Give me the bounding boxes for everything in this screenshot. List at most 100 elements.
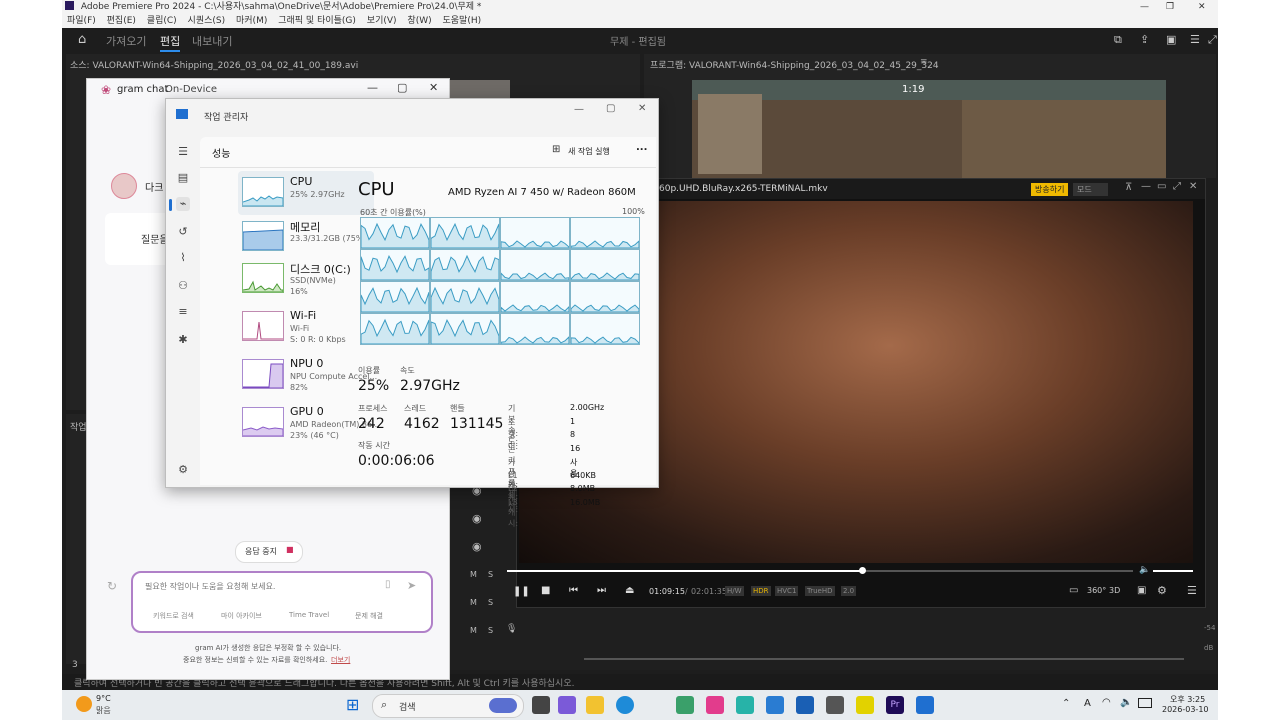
- refresh-icon[interactable]: ↻: [107, 579, 117, 593]
- screen-icon[interactable]: ▭: [1069, 585, 1078, 596]
- tab-edit[interactable]: 편집: [160, 33, 181, 52]
- close-icon[interactable]: ✕: [638, 103, 646, 114]
- list-item-memory[interactable]: 메모리 23.3/31.2GB (75%): [238, 215, 374, 259]
- clock-time[interactable]: 오후 3:25: [1170, 694, 1205, 705]
- menu-window[interactable]: 창(W): [407, 16, 431, 26]
- details-icon[interactable]: ≡: [176, 305, 190, 319]
- capture-icon[interactable]: ▣: [1137, 585, 1146, 596]
- performance-icon[interactable]: ⌁: [176, 197, 190, 211]
- menu-marker[interactable]: 마커(M): [236, 16, 267, 26]
- minimize-icon[interactable]: —: [1141, 181, 1151, 192]
- track-solo[interactable]: S: [488, 598, 493, 607]
- task-manager-taskbar-icon[interactable]: [916, 696, 934, 714]
- close-icon[interactable]: ✕: [429, 81, 438, 94]
- seek-handle[interactable]: [859, 567, 866, 574]
- close-icon[interactable]: ✕: [1198, 0, 1206, 14]
- close-icon[interactable]: ✕: [1189, 181, 1197, 192]
- seek-bar[interactable]: [507, 570, 863, 572]
- track-mute[interactable]: M: [470, 570, 477, 579]
- app-icon[interactable]: [676, 696, 694, 714]
- list-item-gpu[interactable]: GPU 0 AMD Radeon(TM) 86... 23% (46 °C): [238, 401, 380, 445]
- menu-clip[interactable]: 클립(C): [147, 16, 177, 26]
- stop-icon[interactable]: ■: [541, 585, 550, 596]
- chat-input[interactable]: 필요한 작업이나 도움을 요청해 보세요.: [145, 581, 275, 592]
- menu-help[interactable]: 도움말(H): [443, 16, 482, 26]
- minimize-icon[interactable]: —: [1140, 0, 1149, 14]
- list-item-cpu[interactable]: CPU 25% 2.97GHz: [238, 171, 374, 215]
- eject-icon[interactable]: ⏏: [625, 585, 634, 596]
- list-item-wifi[interactable]: Wi-Fi Wi-Fi S: 0 R: 0 Kbps: [238, 305, 374, 349]
- minimize-icon[interactable]: —: [574, 104, 584, 115]
- processes-icon[interactable]: ▤: [176, 171, 190, 185]
- weather-temp[interactable]: 9°C: [96, 694, 111, 703]
- volume-icon[interactable]: 🔈: [1120, 697, 1132, 708]
- gram-app-icon[interactable]: [706, 696, 724, 714]
- vr360-toggle[interactable]: 360°: [1087, 586, 1106, 595]
- quick-export-icon[interactable]: ▣: [1166, 33, 1176, 46]
- maximize-icon[interactable]: ▢: [397, 81, 407, 94]
- disclaimer-link[interactable]: 더보기: [331, 655, 350, 665]
- 3d-toggle[interactable]: 3D: [1109, 586, 1120, 595]
- chip-keyword-search[interactable]: 키워드로 검색: [153, 611, 194, 621]
- maximize-icon[interactable]: ▭: [1157, 181, 1166, 192]
- volume-icon[interactable]: 🔈: [1139, 565, 1150, 575]
- broadcast-badge[interactable]: 방송하기: [1031, 183, 1069, 196]
- tab-import[interactable]: 가져오기: [106, 33, 146, 49]
- send-icon[interactable]: ➤: [407, 579, 416, 592]
- more-options-button[interactable]: ...: [636, 142, 647, 153]
- fullscreen-icon[interactable]: ⤢: [1173, 181, 1181, 192]
- wifi-icon[interactable]: ◠: [1102, 697, 1111, 708]
- task-view-icon[interactable]: [532, 696, 550, 714]
- mic-icon[interactable]: 🎙: [506, 624, 517, 634]
- playlist-icon[interactable]: ☰: [1187, 584, 1197, 597]
- chip-troubleshoot[interactable]: 문제 해결: [355, 611, 383, 621]
- premiere-taskbar-icon[interactable]: Pr: [886, 696, 904, 714]
- chip-time-travel[interactable]: Time Travel: [289, 611, 329, 619]
- services-icon[interactable]: ✱: [176, 333, 190, 347]
- new-task-icon[interactable]: ⊞: [552, 144, 560, 155]
- ime-indicator[interactable]: A: [1084, 698, 1091, 709]
- maximize-icon[interactable]: ▢: [606, 103, 615, 114]
- volume-slider[interactable]: [1153, 570, 1193, 572]
- timeline-scrollbar[interactable]: [584, 658, 1184, 660]
- menu-view[interactable]: 보기(V): [367, 16, 397, 26]
- hamburger-icon[interactable]: ☰: [176, 145, 190, 159]
- share-icon[interactable]: ⇪: [1140, 33, 1149, 46]
- edge-icon[interactable]: [616, 696, 634, 714]
- clock-date[interactable]: 2026-03-10: [1162, 705, 1209, 714]
- program-menu-icon[interactable]: ≡: [920, 57, 928, 67]
- track-solo[interactable]: S: [488, 626, 493, 635]
- settings-icon[interactable]: ⚙: [1157, 584, 1167, 597]
- battery-icon[interactable]: [1138, 698, 1152, 708]
- search-box[interactable]: ⌕ 검색: [372, 694, 524, 718]
- settings-icon[interactable]: ⚙: [176, 463, 190, 477]
- weather-desc[interactable]: 맑음: [96, 705, 111, 716]
- track-eye-icon[interactable]: ◉: [472, 540, 482, 553]
- track-eye-icon[interactable]: ◉: [472, 512, 482, 525]
- stop-response-button[interactable]: 응답 중지 ■: [235, 541, 303, 563]
- fullscreen-icon[interactable]: ⤢: [1208, 33, 1217, 47]
- users-icon[interactable]: ⚇: [176, 279, 190, 293]
- tab-export[interactable]: 내보내기: [192, 33, 232, 49]
- prev-icon[interactable]: ⏮: [569, 585, 578, 596]
- home-icon[interactable]: ⌂: [78, 32, 86, 47]
- app-history-icon[interactable]: ↺: [176, 225, 190, 239]
- menu-file[interactable]: 파일(F): [67, 16, 96, 26]
- attach-icon[interactable]: ▯: [385, 579, 391, 590]
- next-icon[interactable]: ⏭: [597, 585, 606, 596]
- new-task-button[interactable]: 새 작업 실행: [568, 146, 610, 157]
- file-explorer-icon[interactable]: [586, 696, 604, 714]
- track-mute[interactable]: M: [470, 626, 477, 635]
- potplayer-icon[interactable]: [856, 696, 874, 714]
- track-mute[interactable]: M: [470, 598, 477, 607]
- menu-graphics[interactable]: 그래픽 및 타이틀(G): [278, 16, 356, 26]
- mode-dropdown[interactable]: 모드: [1073, 183, 1108, 196]
- chat-input-box[interactable]: 필요한 작업이나 도움을 요청해 보세요. ▯ ➤ 키워드로 검색 마이 아카이…: [131, 571, 433, 633]
- startup-icon[interactable]: ⌇: [176, 251, 190, 265]
- pin-icon[interactable]: ⊼: [1125, 182, 1132, 193]
- app-icon[interactable]: [736, 696, 754, 714]
- notepad-icon[interactable]: [826, 696, 844, 714]
- workspace-icon[interactable]: ⧉: [1114, 33, 1122, 47]
- list-item-npu[interactable]: NPU 0 NPU Compute Accel... 82%: [238, 353, 377, 397]
- copilot-icon[interactable]: [558, 696, 576, 714]
